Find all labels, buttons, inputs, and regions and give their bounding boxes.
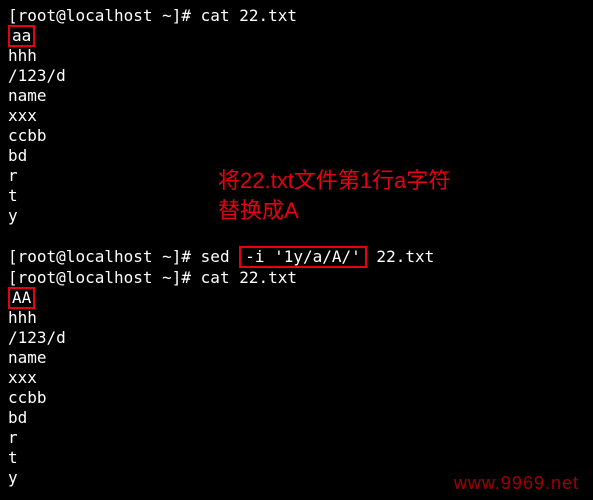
bracket-close: ]: [172, 6, 182, 25]
output-line: hhh: [8, 46, 585, 66]
output-line: xxx: [8, 368, 585, 388]
annotation-text: 将22.txt文件第1行a字符 替换成A: [218, 166, 450, 226]
output-line: /123/d: [8, 66, 585, 86]
user-host: root@localhost: [18, 268, 153, 287]
cwd-tilde: ~: [153, 247, 172, 266]
output-line: bd: [8, 146, 585, 166]
bracket-open: [: [8, 268, 18, 287]
bracket-open: [: [8, 247, 18, 266]
watermark: www.9969.net: [454, 473, 579, 494]
command-sed-pre: sed: [201, 247, 240, 266]
prompt-hash: #: [181, 268, 200, 287]
output-line-boxed-1: aa: [8, 26, 585, 46]
bracket-open: [: [8, 6, 18, 25]
output-line: name: [8, 86, 585, 106]
output-line: xxx: [8, 106, 585, 126]
prompt-line-cat2[interactable]: [root@localhost ~]# cat 22.txt: [8, 268, 585, 288]
annotation-line2: 替换成A: [218, 196, 450, 226]
annotation-line1: 将22.txt文件第1行a字符: [218, 166, 450, 196]
prompt-hash: #: [181, 247, 200, 266]
bracket-close: ]: [172, 247, 182, 266]
output-line: bd: [8, 408, 585, 428]
output-line: ccbb: [8, 126, 585, 146]
output-line: ccbb: [8, 388, 585, 408]
output-line-boxed-2: AA: [8, 288, 585, 308]
highlight-box-AA: AA: [8, 287, 35, 309]
prompt-line-cat1[interactable]: [root@localhost ~]# cat 22.txt: [8, 6, 585, 26]
command-cat2: cat 22.txt: [201, 268, 297, 287]
command-sed-post: 22.txt: [367, 247, 434, 266]
output-line: /123/d: [8, 328, 585, 348]
output-line: r: [8, 428, 585, 448]
command-cat1: cat 22.txt: [201, 6, 297, 25]
output-line: hhh: [8, 308, 585, 328]
cwd-tilde: ~: [153, 268, 172, 287]
user-host: root@localhost: [18, 6, 153, 25]
user-host: root@localhost: [18, 247, 153, 266]
highlight-box-aa: aa: [8, 25, 35, 47]
bracket-close: ]: [172, 268, 182, 287]
prompt-hash: #: [181, 6, 200, 25]
highlight-box-sed-args: -i '1y/a/A/': [239, 246, 367, 268]
blank-line: [8, 226, 585, 246]
prompt-line-sed[interactable]: [root@localhost ~]# sed -i '1y/a/A/' 22.…: [8, 246, 585, 268]
output-line: t: [8, 448, 585, 468]
output-line: name: [8, 348, 585, 368]
cwd-tilde: ~: [153, 6, 172, 25]
